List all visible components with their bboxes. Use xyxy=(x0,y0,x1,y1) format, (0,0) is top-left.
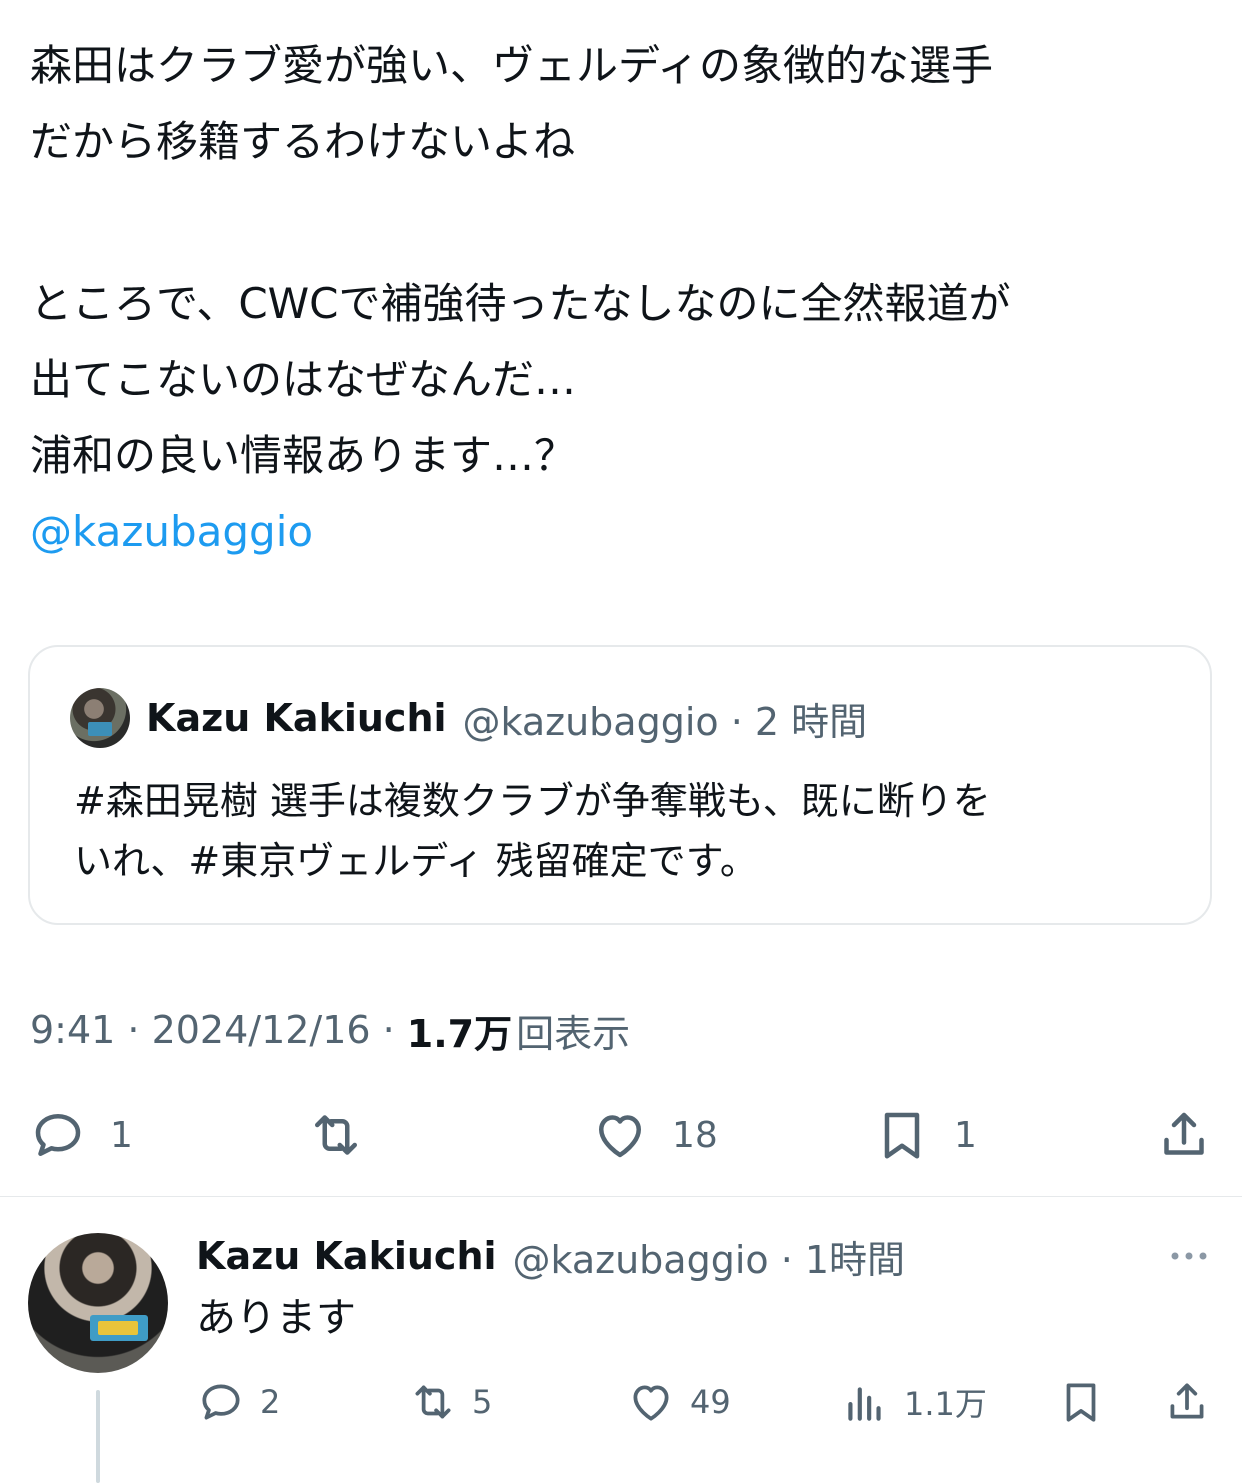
share-icon xyxy=(1170,1383,1204,1419)
quoted-author-handle-time: @kazubaggio · 2 時間 xyxy=(462,699,868,744)
quoted-author-name[interactable]: Kazu Kakiuchi xyxy=(146,696,447,740)
tweet-action-bar: 1 18 1 xyxy=(0,1100,1242,1170)
bookmark-icon xyxy=(884,1112,920,1159)
reply-count: 1 xyxy=(110,1114,133,1156)
like-button[interactable]: 18 xyxy=(590,1100,718,1170)
reply-views-count: 1.1万 xyxy=(904,1385,987,1423)
reply-author-name[interactable]: Kazu Kakiuchi xyxy=(196,1234,497,1278)
reply-share-button[interactable] xyxy=(1162,1372,1212,1432)
reply-bookmark-button[interactable] xyxy=(1056,1372,1106,1432)
share-icon xyxy=(1164,1112,1204,1155)
views-chart-icon xyxy=(848,1387,881,1421)
retweet-icon xyxy=(415,1385,451,1419)
reply-text: あります xyxy=(196,1295,356,1341)
reply-reply-count: 2 xyxy=(260,1383,281,1421)
avatar-photo-detail xyxy=(90,1315,148,1341)
reply-author-avatar[interactable] xyxy=(28,1233,168,1373)
quoted-tweet-card[interactable]: Kazu Kakiuchi @kazubaggio · 2 時間 #森田晃樹 選… xyxy=(28,645,1212,925)
tweet-text-line: ところで、CWCで補強待ったなしなのに全然報道が xyxy=(30,279,1011,328)
views-count: 1.7万 xyxy=(406,1011,513,1056)
reply-like-button[interactable]: 49 xyxy=(626,1372,731,1432)
tweet-text: 森田はクラブ愛が強い、ヴェルディの象徴的な選手 だから移籍するわけないよね とこ… xyxy=(30,28,1220,570)
reply-retweet-count: 5 xyxy=(472,1383,493,1421)
tweet-text-line: 出てこないのはなぜなんだ… xyxy=(30,355,577,404)
heart-icon xyxy=(599,1115,641,1158)
more-icon[interactable] xyxy=(1166,1236,1212,1276)
bookmark-count: 1 xyxy=(954,1114,977,1156)
like-count: 18 xyxy=(672,1114,718,1156)
reply-like-count: 49 xyxy=(690,1383,731,1421)
tweet-detail-page: 森田はクラブ愛が強い、ヴェルディの象徴的な選手 だから移籍するわけないよね とこ… xyxy=(0,0,1242,1483)
mention-link[interactable]: @kazubaggio xyxy=(30,494,1220,570)
reply-views-button[interactable]: 1.1万 xyxy=(840,1372,987,1432)
tweet-time-date[interactable]: 9:41 · 2024/12/16 · xyxy=(30,1008,395,1052)
reply-icon xyxy=(202,1384,240,1420)
reply-header: Kazu Kakiuchi @kazubaggio · 1時間 xyxy=(196,1228,905,1284)
tweet-text-line: 森田はクラブ愛が強い、ヴェルディの象徴的な選手 xyxy=(30,41,994,90)
bookmark-button[interactable]: 1 xyxy=(872,1100,977,1170)
tweet-timestamp: 9:41 · 2024/12/16 · 1.7万 回表示 xyxy=(30,1000,630,1060)
quoted-author-avatar[interactable] xyxy=(70,688,130,748)
quoted-tweet-header: Kazu Kakiuchi @kazubaggio · 2 時間 xyxy=(70,687,867,749)
reply-action-bar: 2 5 49 1.1万 xyxy=(0,1372,1242,1432)
section-divider xyxy=(0,1196,1242,1197)
tweet-text-line: 浦和の良い情報あります…？ xyxy=(30,431,577,480)
tweet-text-blank-line xyxy=(30,180,1220,266)
views-label: 回表示 xyxy=(516,1011,631,1056)
quoted-tweet-text: #森田晃樹 選手は複数クラブが争奪戦も、既に断りを いれ、#東京ヴェルディ 残留… xyxy=(74,771,1184,891)
reply-author-handle-time: @kazubaggio · 1時間 xyxy=(512,1237,906,1282)
retweet-button[interactable] xyxy=(306,1100,388,1170)
bookmark-icon xyxy=(1066,1383,1096,1422)
heart-icon xyxy=(633,1385,669,1421)
reply-retweet-button[interactable]: 5 xyxy=(408,1372,492,1432)
tweet-text-line: だから移籍するわけないよね xyxy=(30,117,576,166)
share-button[interactable] xyxy=(1154,1100,1214,1170)
reply-icon xyxy=(35,1114,81,1156)
reply-button[interactable]: 1 xyxy=(28,1100,133,1170)
quoted-text-line: #森田晃樹 選手は複数クラブが争奪戦も、既に断りを xyxy=(74,779,991,823)
retweet-icon xyxy=(315,1115,357,1155)
reply-reply-button[interactable]: 2 xyxy=(196,1372,280,1432)
quoted-text-line: いれ、#東京ヴェルディ 残留確定です。 xyxy=(74,839,758,883)
